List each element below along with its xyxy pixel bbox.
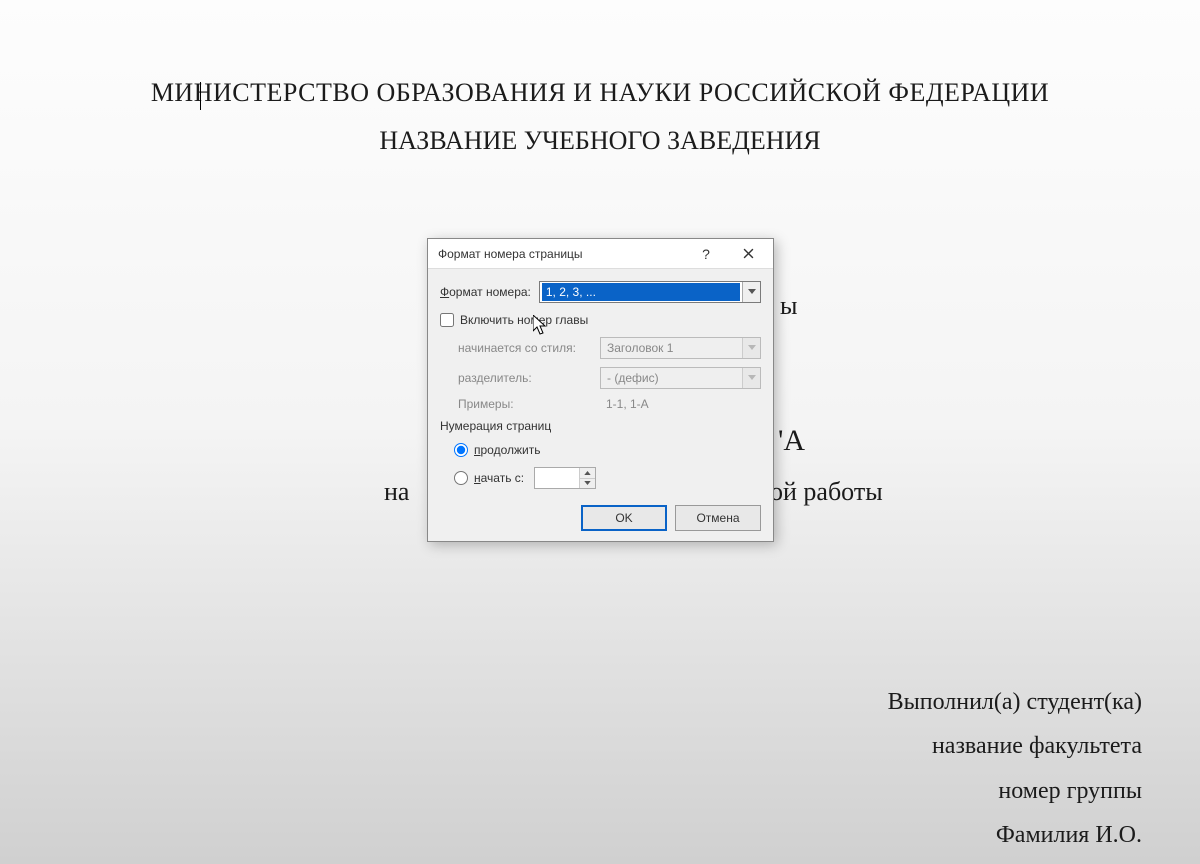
close-icon (743, 248, 754, 259)
signature-line-1: Выполнил(а) студент(ка) (888, 680, 1142, 724)
separator-label: разделитель: (458, 371, 600, 385)
starts-with-style-label: начинается со стиля: (458, 341, 600, 355)
doc-fragment-right2: ой работы (770, 477, 883, 507)
continue-radio[interactable] (454, 443, 468, 457)
number-format-row: Формат номера: 1, 2, 3, ... (440, 281, 761, 303)
close-button[interactable] (727, 241, 769, 267)
starts-with-style-combo: Заголовок 1 (600, 337, 761, 359)
page-number-format-dialog: Формат номера страницы ? Формат номера: … (427, 238, 774, 542)
signature-line-4: Фамилия И.О. (888, 813, 1142, 857)
doc-heading-2: НАЗВАНИЕ УЧЕБНОГО ЗАВЕДЕНИЯ (0, 126, 1200, 156)
spinner-down[interactable] (580, 479, 595, 489)
start-from-input[interactable] (535, 468, 579, 488)
start-from-label: начать с: (474, 471, 524, 485)
signature-line-3: номер группы (888, 769, 1142, 813)
continue-radio-row: продолжить (454, 439, 761, 461)
text-caret (200, 82, 201, 110)
signature-block: Выполнил(а) студент(ка) название факульт… (888, 680, 1142, 858)
number-format-combo[interactable]: 1, 2, 3, ... (539, 281, 761, 303)
dialog-title: Формат номера страницы (438, 247, 685, 261)
spinner-up[interactable] (580, 468, 595, 479)
doc-heading-1: МИНИСТЕРСТВО ОБРАЗОВАНИЯ И НАУКИ РОССИЙС… (0, 78, 1200, 108)
number-format-value: 1, 2, 3, ... (542, 283, 740, 301)
starts-with-style-row: начинается со стиля: Заголовок 1 (458, 337, 761, 359)
dialog-buttons: OK Отмена (440, 499, 761, 531)
start-from-radio[interactable] (454, 471, 468, 485)
chevron-down-icon (742, 368, 760, 388)
doc-fragment-left: на (384, 477, 409, 507)
chevron-down-icon[interactable] (742, 282, 760, 302)
cancel-button[interactable]: Отмена (675, 505, 761, 531)
examples-value: 1-1, 1-A (600, 397, 649, 411)
dialog-body: Формат номера: 1, 2, 3, ... Включить ном… (428, 269, 773, 541)
examples-row: Примеры: 1-1, 1-A (458, 397, 761, 411)
start-from-spinner[interactable] (534, 467, 596, 489)
examples-label: Примеры: (458, 397, 600, 411)
include-chapter-row: Включить номер главы (440, 313, 761, 327)
chevron-down-icon (742, 338, 760, 358)
signature-line-2: название факультета (888, 724, 1142, 768)
separator-value: - (дефис) (607, 371, 659, 385)
starts-with-style-value: Заголовок 1 (607, 341, 673, 355)
doc-fragment-right: ы (780, 291, 797, 321)
ok-button[interactable]: OK (581, 505, 667, 531)
separator-combo: - (дефис) (600, 367, 761, 389)
include-chapter-checkbox[interactable] (440, 313, 454, 327)
start-from-radio-row: начать с: (454, 467, 761, 489)
page-numbering-legend: Нумерация страниц (440, 419, 761, 433)
chapter-subgroup: начинается со стиля: Заголовок 1 раздели… (458, 337, 761, 411)
separator-row: разделитель: - (дефис) (458, 367, 761, 389)
continue-label: продолжить (474, 443, 540, 457)
page-numbering-fieldset: Нумерация страниц продолжить начать с: (440, 419, 761, 489)
help-button[interactable]: ? (685, 241, 727, 267)
number-format-label: Формат номера: (440, 285, 531, 299)
doc-fragment-mid: 'А (778, 424, 805, 458)
include-chapter-label: Включить номер главы (460, 313, 588, 327)
dialog-titlebar[interactable]: Формат номера страницы ? (428, 239, 773, 269)
spinner-buttons (579, 468, 595, 488)
document-page: МИНИСТЕРСТВО ОБРАЗОВАНИЯ И НАУКИ РОССИЙС… (0, 0, 1200, 264)
